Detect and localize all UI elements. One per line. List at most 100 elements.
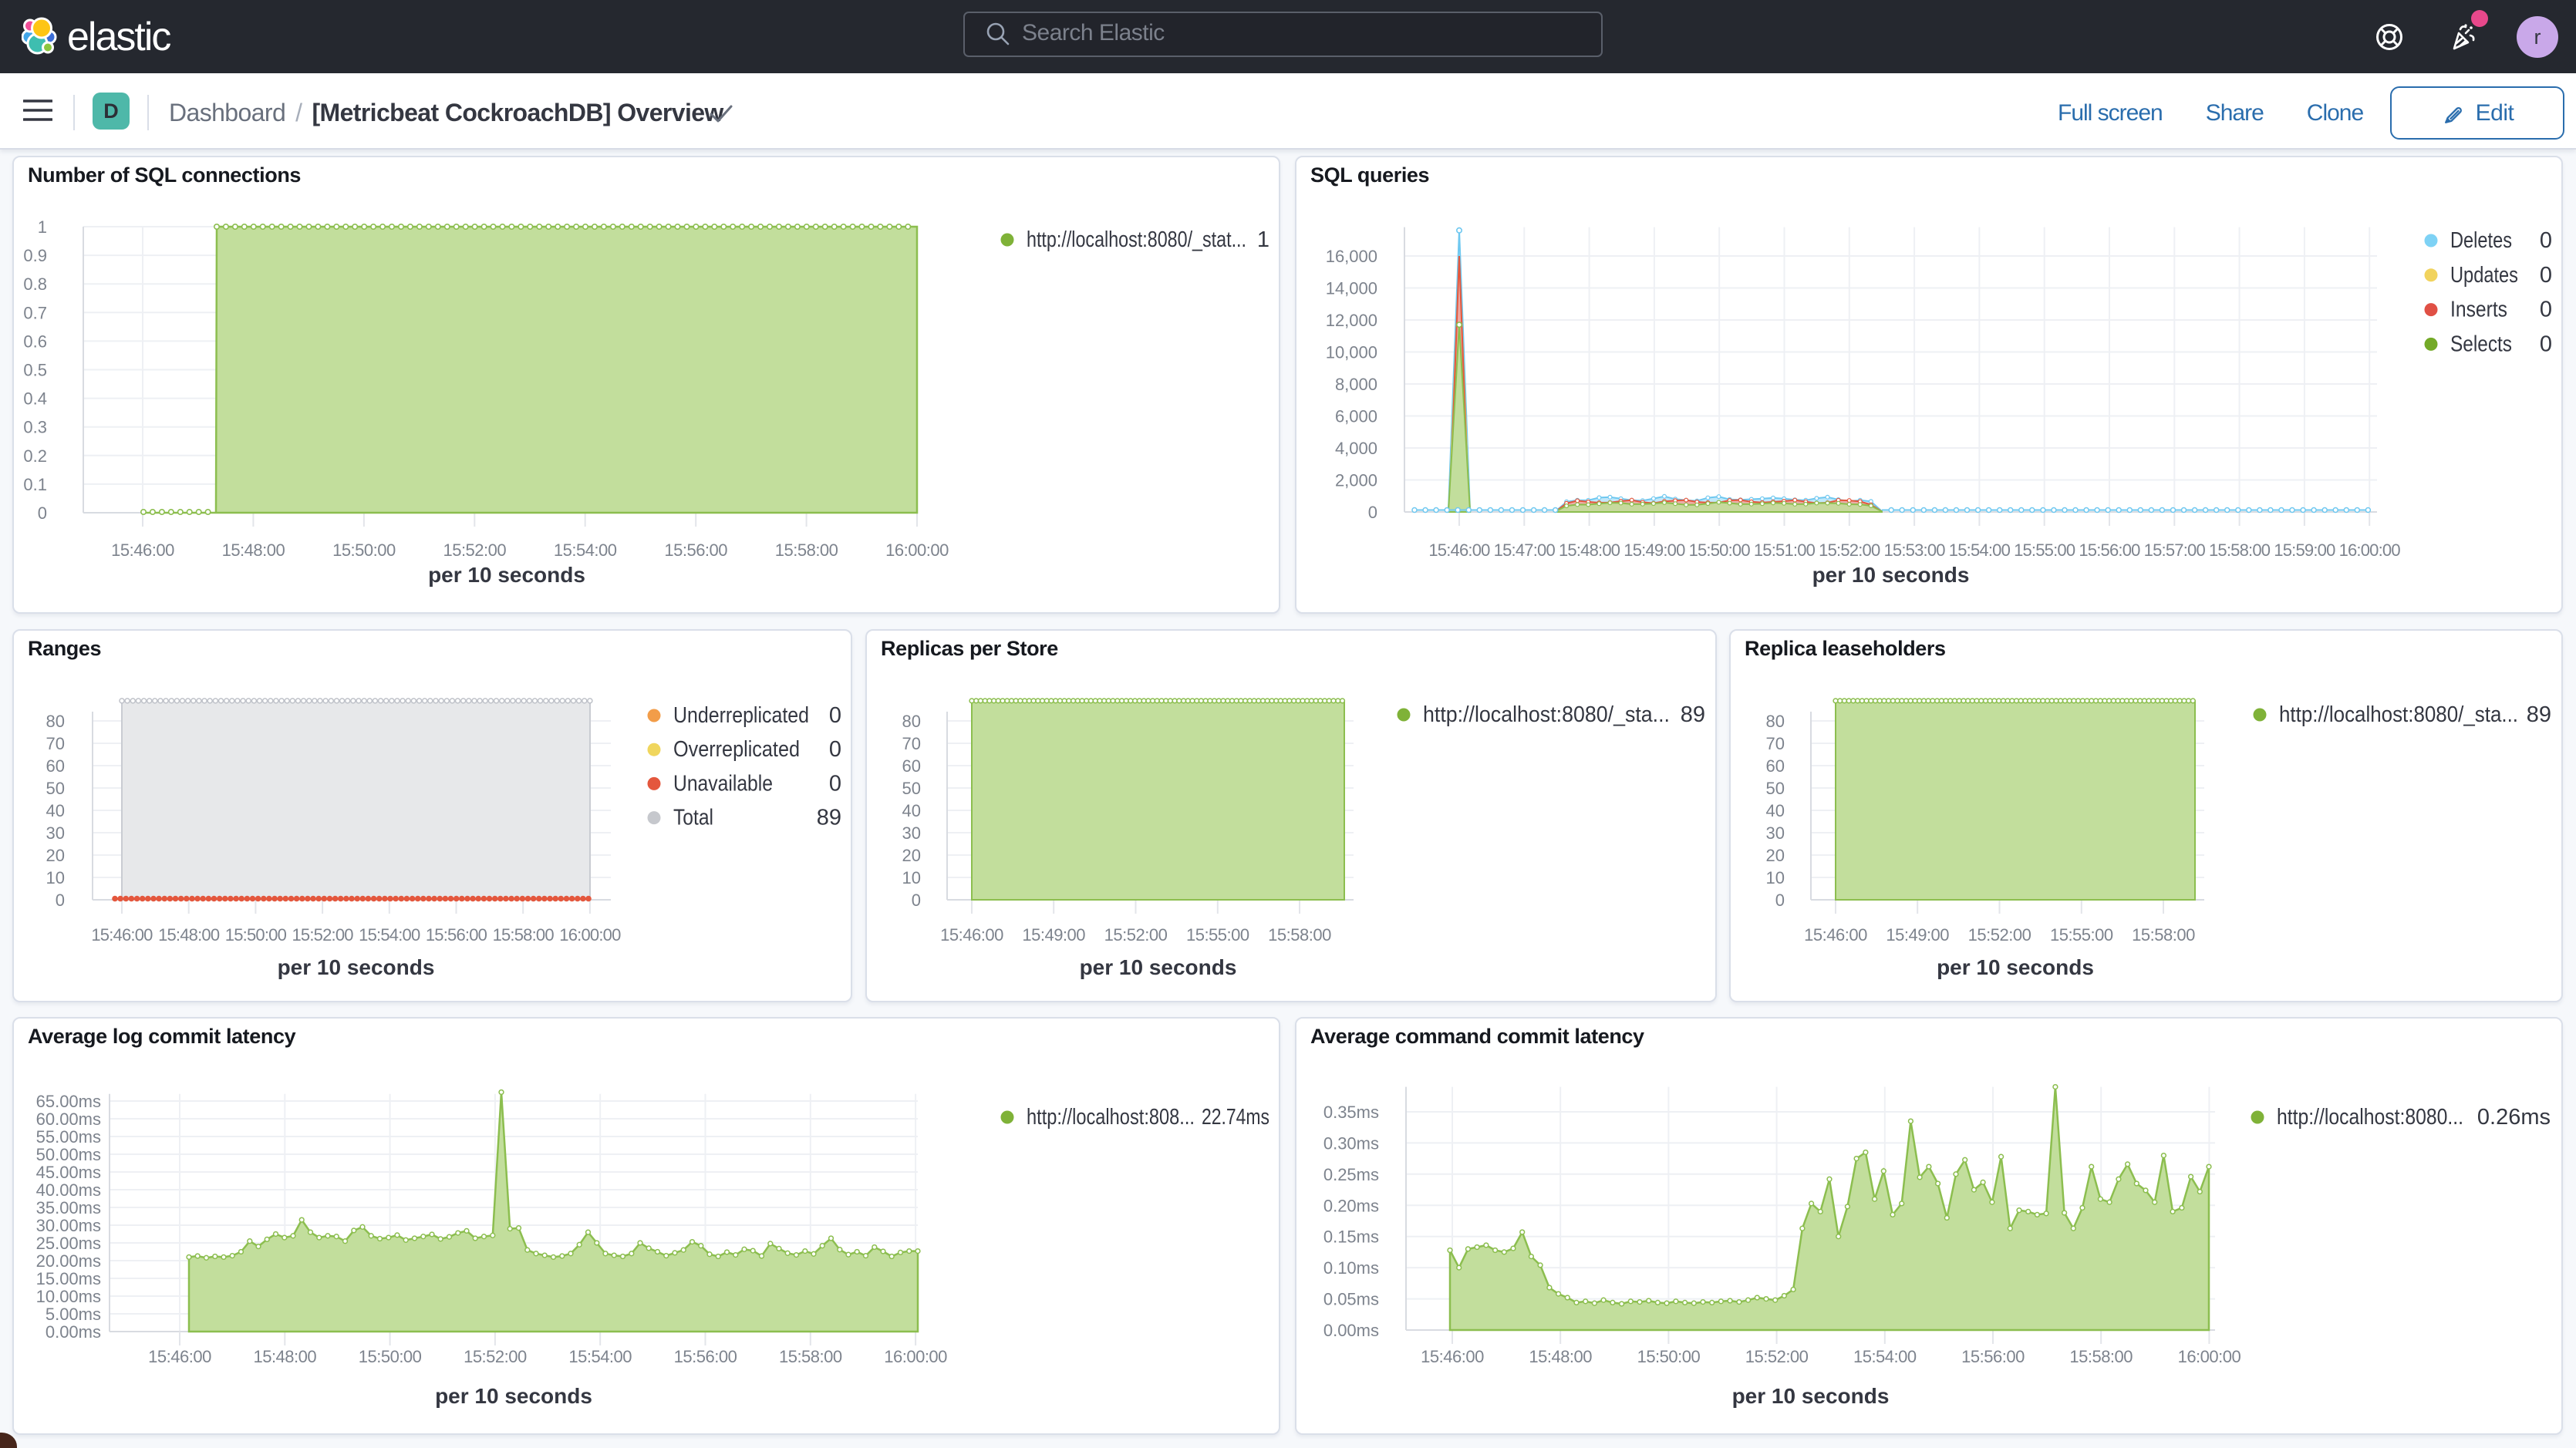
svg-text:30: 30 bbox=[46, 823, 65, 843]
svg-text:80: 80 bbox=[1766, 712, 1785, 731]
svg-text:20: 20 bbox=[46, 846, 65, 865]
svg-text:0.30ms: 0.30ms bbox=[1323, 1133, 1379, 1153]
svg-text:http://localhost:8080/_sta...: http://localhost:8080/_sta... bbox=[1423, 702, 1670, 727]
svg-text:15:46:00: 15:46:00 bbox=[1428, 540, 1490, 560]
svg-text:30: 30 bbox=[902, 823, 921, 843]
svg-text:15:58:00: 15:58:00 bbox=[2132, 925, 2195, 945]
svg-text:40: 40 bbox=[1766, 801, 1785, 820]
svg-text:12,000: 12,000 bbox=[1326, 311, 1377, 330]
svg-text:per 10 seconds: per 10 seconds bbox=[1732, 1384, 1890, 1408]
svg-text:0: 0 bbox=[829, 737, 841, 762]
svg-text:0.20ms: 0.20ms bbox=[1323, 1196, 1379, 1215]
svg-text:15:52:00: 15:52:00 bbox=[1968, 925, 2031, 945]
svg-text:http://localhost:8080/_sta...: http://localhost:8080/_sta... bbox=[2279, 702, 2518, 727]
svg-text:0.25ms: 0.25ms bbox=[1323, 1165, 1379, 1184]
svg-text:15:46:00: 15:46:00 bbox=[148, 1347, 211, 1366]
svg-text:15:58:00: 15:58:00 bbox=[2209, 540, 2271, 560]
svg-text:15:54:00: 15:54:00 bbox=[1853, 1347, 1917, 1366]
svg-text:70: 70 bbox=[1766, 734, 1785, 753]
svg-text:Overreplicated: Overreplicated bbox=[673, 737, 800, 762]
svg-text:0: 0 bbox=[1368, 503, 1377, 522]
svg-text:15:47:00: 15:47:00 bbox=[1494, 540, 1556, 560]
svg-text:15:54:00: 15:54:00 bbox=[359, 925, 420, 945]
svg-text:15:52:00: 15:52:00 bbox=[292, 925, 353, 945]
svg-text:20.00ms: 20.00ms bbox=[36, 1251, 101, 1271]
svg-text:16:00:00: 16:00:00 bbox=[885, 540, 949, 560]
svg-text:0.05ms: 0.05ms bbox=[1323, 1290, 1379, 1309]
svg-text:0.00ms: 0.00ms bbox=[46, 1322, 101, 1342]
svg-text:15:52:00: 15:52:00 bbox=[443, 540, 506, 560]
svg-text:Inserts: Inserts bbox=[2450, 298, 2507, 322]
svg-text:0.5: 0.5 bbox=[23, 361, 47, 380]
svg-text:0: 0 bbox=[56, 891, 65, 910]
svg-text:15.00ms: 15.00ms bbox=[36, 1269, 101, 1288]
svg-text:30: 30 bbox=[1766, 823, 1785, 843]
svg-text:0.4: 0.4 bbox=[23, 389, 47, 409]
svg-text:60.00ms: 60.00ms bbox=[36, 1110, 101, 1129]
svg-text:60: 60 bbox=[46, 756, 65, 776]
svg-text:16:00:00: 16:00:00 bbox=[884, 1347, 947, 1366]
svg-text:15:52:00: 15:52:00 bbox=[1745, 1347, 1809, 1366]
svg-text:per 10 seconds: per 10 seconds bbox=[1937, 955, 2094, 979]
svg-text:15:48:00: 15:48:00 bbox=[253, 1347, 316, 1366]
svg-text:89: 89 bbox=[1681, 702, 1705, 727]
svg-text:15:46:00: 15:46:00 bbox=[111, 540, 174, 560]
svg-text:15:46:00: 15:46:00 bbox=[91, 925, 153, 945]
svg-text:60: 60 bbox=[902, 756, 921, 776]
svg-text:15:56:00: 15:56:00 bbox=[426, 925, 487, 945]
svg-text:15:53:00: 15:53:00 bbox=[1883, 540, 1945, 560]
svg-text:50.00ms: 50.00ms bbox=[36, 1145, 101, 1164]
svg-text:15:46:00: 15:46:00 bbox=[940, 925, 1003, 945]
svg-text:40: 40 bbox=[46, 801, 65, 820]
svg-text:15:50:00: 15:50:00 bbox=[359, 1347, 422, 1366]
svg-text:Selects: Selects bbox=[2450, 332, 2512, 356]
svg-text:15:58:00: 15:58:00 bbox=[779, 1347, 842, 1366]
svg-text:http://localhost:808...: http://localhost:808... bbox=[1027, 1105, 1195, 1130]
svg-text:60: 60 bbox=[1766, 756, 1785, 776]
svg-text:15:46:00: 15:46:00 bbox=[1804, 925, 1867, 945]
svg-text:http://localhost:8080/_stat...: http://localhost:8080/_stat... bbox=[1027, 227, 1246, 252]
svg-text:35.00ms: 35.00ms bbox=[36, 1198, 101, 1217]
svg-text:15:48:00: 15:48:00 bbox=[222, 540, 285, 560]
svg-text:15:58:00: 15:58:00 bbox=[2069, 1347, 2133, 1366]
svg-text:55.00ms: 55.00ms bbox=[36, 1127, 101, 1147]
svg-text:16,000: 16,000 bbox=[1326, 247, 1377, 266]
svg-text:15:51:00: 15:51:00 bbox=[1754, 540, 1816, 560]
svg-text:15:50:00: 15:50:00 bbox=[225, 925, 287, 945]
svg-text:89: 89 bbox=[2527, 702, 2551, 727]
svg-text:0.3: 0.3 bbox=[23, 418, 47, 437]
svg-text:50: 50 bbox=[902, 779, 921, 798]
svg-text:0: 0 bbox=[1775, 891, 1785, 910]
svg-text:14,000: 14,000 bbox=[1326, 279, 1377, 298]
svg-text:0: 0 bbox=[2540, 332, 2552, 356]
svg-text:0: 0 bbox=[2540, 228, 2552, 253]
svg-text:16:00:00: 16:00:00 bbox=[559, 925, 621, 945]
svg-text:5.00ms: 5.00ms bbox=[46, 1305, 101, 1324]
svg-text:15:58:00: 15:58:00 bbox=[775, 540, 838, 560]
svg-text:0.6: 0.6 bbox=[23, 332, 47, 351]
svg-text:15:48:00: 15:48:00 bbox=[1529, 1347, 1592, 1366]
svg-text:50: 50 bbox=[1766, 779, 1785, 798]
svg-text:20: 20 bbox=[1766, 846, 1785, 865]
svg-text:0.7: 0.7 bbox=[23, 303, 47, 322]
svg-text:15:49:00: 15:49:00 bbox=[1022, 925, 1085, 945]
svg-text:0.26ms: 0.26ms bbox=[2477, 1105, 2551, 1130]
svg-text:15:56:00: 15:56:00 bbox=[2079, 540, 2140, 560]
svg-text:15:59:00: 15:59:00 bbox=[2274, 540, 2335, 560]
svg-text:0.00ms: 0.00ms bbox=[1323, 1321, 1379, 1340]
svg-text:25.00ms: 25.00ms bbox=[36, 1234, 101, 1253]
svg-text:1: 1 bbox=[1257, 227, 1269, 252]
svg-text:0.8: 0.8 bbox=[23, 274, 47, 294]
svg-text:2,000: 2,000 bbox=[1335, 471, 1377, 490]
svg-text:per 10 seconds: per 10 seconds bbox=[1812, 563, 1970, 587]
svg-text:22.74ms: 22.74ms bbox=[1202, 1105, 1269, 1130]
svg-text:89: 89 bbox=[817, 806, 841, 830]
svg-text:15:48:00: 15:48:00 bbox=[158, 925, 220, 945]
svg-text:15:57:00: 15:57:00 bbox=[2144, 540, 2206, 560]
svg-text:40: 40 bbox=[902, 801, 921, 820]
svg-text:15:58:00: 15:58:00 bbox=[1268, 925, 1331, 945]
svg-text:16:00:00: 16:00:00 bbox=[2339, 540, 2401, 560]
svg-text:Deletes: Deletes bbox=[2450, 228, 2512, 253]
svg-text:40.00ms: 40.00ms bbox=[36, 1180, 101, 1200]
svg-text:15:50:00: 15:50:00 bbox=[1689, 540, 1751, 560]
